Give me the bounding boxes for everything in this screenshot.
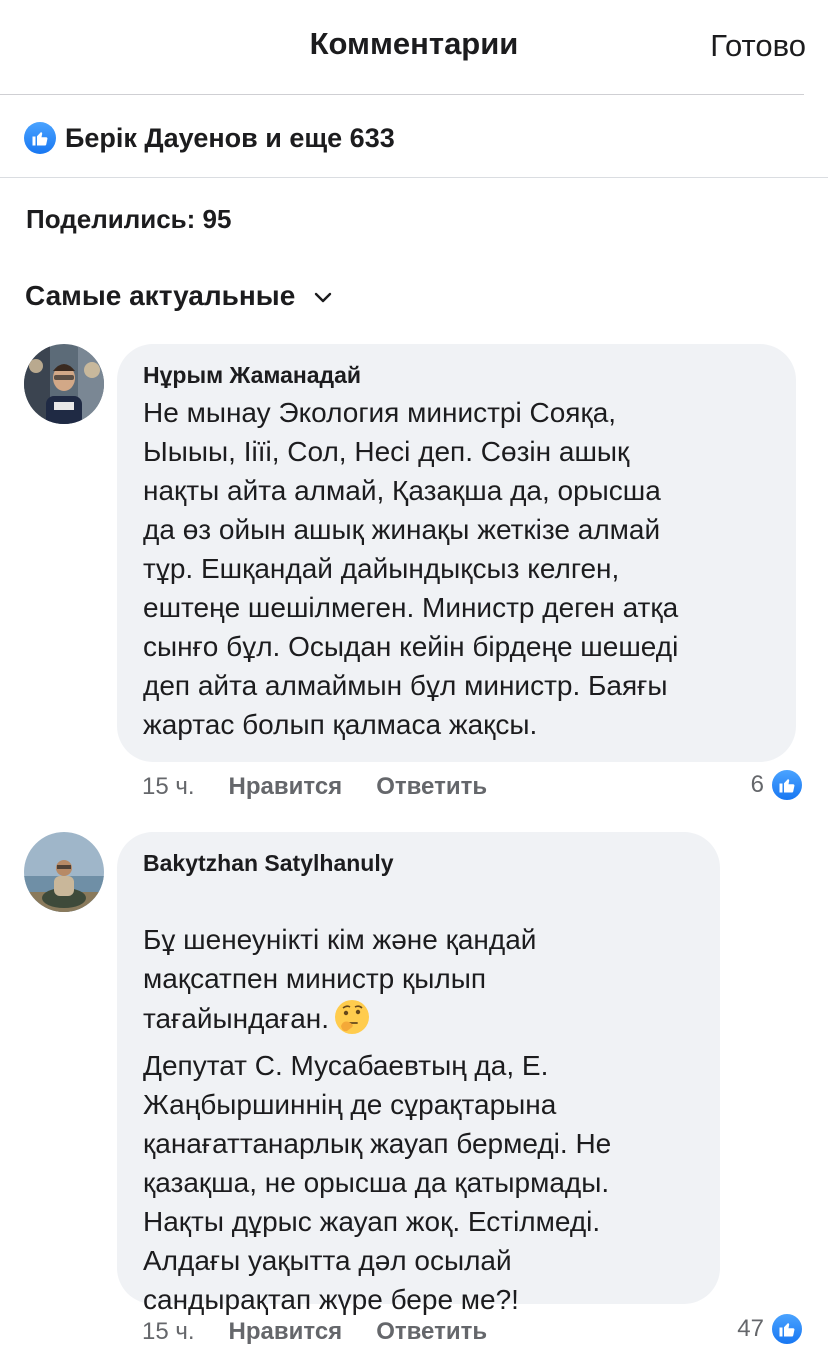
sort-label: Самые актуальные: [25, 280, 296, 311]
comment-time: 15 ч.: [142, 773, 195, 800]
reactions-summary[interactable]: Берік Дауенов и еще 633: [24, 120, 395, 156]
comment-text: Депутат С. Мусабаевтың да, Е. Жаңбыршинн…: [143, 1050, 612, 1315]
comment-text-wrapper: Бұ шенеунікті кім және қандай мақсатпен …: [143, 881, 694, 1358]
comment-likes[interactable]: 6: [751, 768, 804, 802]
comment-actions: 15 ч. Нравится Ответить: [142, 1318, 487, 1346]
like-icon: [24, 122, 56, 154]
reactions-text: Берік Дауенов и еще 633: [65, 122, 395, 153]
avatar[interactable]: [24, 832, 104, 912]
like-icon: [770, 1312, 804, 1346]
comment-likes[interactable]: 47: [737, 1312, 804, 1346]
header-bar: Комментарии Готово: [0, 0, 828, 95]
chevron-down-icon: [315, 292, 332, 302]
comment-text: Не мынау Экология министрі Сояқа, Ыыыы, …: [143, 397, 679, 740]
like-icon: [770, 768, 804, 802]
avatar[interactable]: [24, 344, 104, 424]
shares-count[interactable]: Поделились: 95: [26, 204, 231, 235]
like-button[interactable]: Нравится: [229, 1318, 343, 1346]
comment-bubble[interactable]: Bakytzhan Satylhanuly Бұ шенеунікті кім …: [117, 832, 720, 1315]
comment-time: 15 ч.: [142, 1318, 195, 1345]
page-title: Комментарии: [309, 26, 519, 61]
comment-bubble[interactable]: Нұрым Жаманадай Не мынау Экология минист…: [117, 344, 796, 762]
comment-actions: 15 ч. Нравится Ответить: [142, 773, 487, 801]
sort-selector[interactable]: Самые актуальные: [25, 280, 333, 312]
comment-author[interactable]: Нұрым Жаманадай: [143, 362, 770, 389]
done-button[interactable]: Готово: [710, 28, 806, 64]
reply-button[interactable]: Ответить: [376, 773, 487, 801]
reactions-divider: [0, 177, 828, 178]
header-divider: [0, 94, 804, 95]
reply-button[interactable]: Ответить: [376, 1318, 487, 1346]
likes-count: 47: [737, 1315, 764, 1342]
like-button[interactable]: Нравится: [229, 773, 343, 801]
thinking-face-icon: [333, 998, 371, 1046]
likes-count: 6: [750, 771, 764, 798]
comment-author[interactable]: Bakytzhan Satylhanuly: [143, 850, 694, 877]
